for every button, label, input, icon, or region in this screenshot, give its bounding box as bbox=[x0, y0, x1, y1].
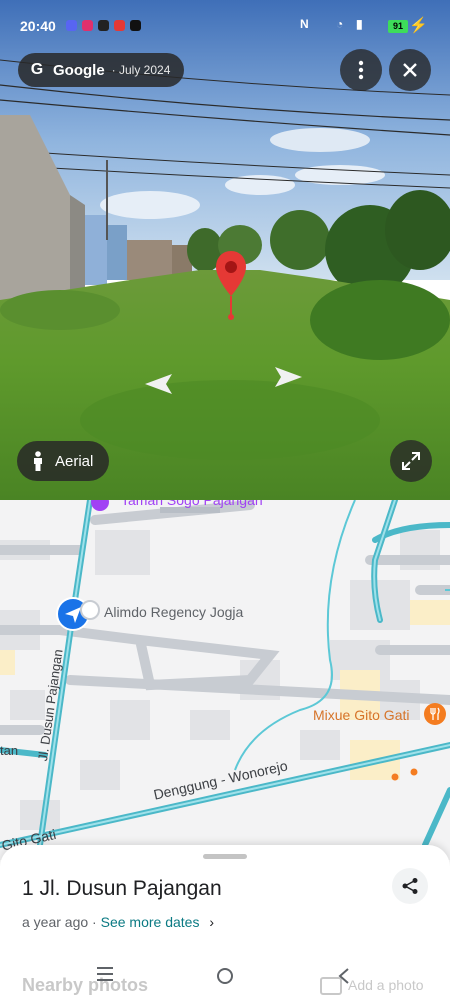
add-photo-label: Add a photo bbox=[348, 977, 424, 993]
imagery-date-pill[interactable]: G Google · July 2024 bbox=[18, 53, 185, 87]
threads-icon bbox=[98, 20, 109, 31]
map-label-top-poi: Taman Sogo Pajangan bbox=[121, 500, 263, 508]
close-button[interactable] bbox=[389, 49, 431, 91]
see-more-dates-link[interactable]: See more dates bbox=[101, 914, 200, 930]
imagery-age-line: a year ago · See more dates › bbox=[22, 914, 214, 930]
chevron-right-icon[interactable]: › bbox=[209, 914, 214, 930]
expand-icon bbox=[402, 452, 420, 470]
home-icon bbox=[217, 968, 233, 984]
drag-handle[interactable] bbox=[203, 854, 247, 859]
recents-icon bbox=[97, 967, 113, 981]
recents-button[interactable] bbox=[96, 966, 114, 987]
expand-button[interactable] bbox=[390, 440, 432, 482]
youtube-icon bbox=[114, 20, 125, 31]
location-pin-icon bbox=[215, 250, 247, 322]
charging-icon: ⚡ bbox=[409, 17, 428, 34]
pegman-icon bbox=[34, 451, 42, 471]
separator: · bbox=[88, 914, 101, 930]
back-button[interactable] bbox=[337, 967, 351, 990]
restaurant-pin-icon[interactable] bbox=[423, 702, 447, 726]
instagram-icon bbox=[82, 20, 93, 31]
aerial-label: Aerial bbox=[55, 452, 94, 470]
nfc-icon: N bbox=[300, 17, 309, 31]
place-title: 1 Jl. Dusun Pajangan bbox=[22, 877, 222, 900]
brand-label: Google bbox=[53, 61, 105, 79]
signal-icon: ▮ bbox=[356, 17, 363, 31]
map-label-mixue[interactable]: Mixue Gito Gati bbox=[313, 707, 409, 723]
map-label-regency[interactable]: Alimdo Regency Jogja bbox=[104, 604, 243, 620]
status-time: 20:40 bbox=[20, 18, 56, 34]
back-icon bbox=[338, 968, 349, 984]
share-icon bbox=[402, 878, 418, 894]
more-vert-icon bbox=[358, 60, 364, 80]
share-button[interactable] bbox=[392, 868, 428, 904]
add-photo-button[interactable]: Add a photo bbox=[320, 977, 424, 996]
tiktok-icon bbox=[130, 20, 141, 31]
imagery-age: a year ago bbox=[22, 914, 89, 930]
aerial-button[interactable]: Aerial bbox=[17, 441, 110, 481]
battery-indicator: 91 bbox=[388, 20, 408, 33]
map-label-left-partial: tan bbox=[0, 743, 19, 758]
poi-marker-icon[interactable] bbox=[80, 600, 100, 620]
status-bar: 20:40 N ◔ ▮ 91 ⚡ bbox=[0, 0, 450, 34]
more-options-button[interactable] bbox=[340, 49, 382, 91]
wifi-icon: ◔ bbox=[336, 17, 344, 31]
home-button[interactable] bbox=[216, 967, 234, 990]
map-view[interactable]: Taman Sogo Pajangan Alimdo Regency Jogja… bbox=[0, 500, 450, 860]
close-icon bbox=[403, 63, 417, 77]
google-logo-icon: G bbox=[30, 61, 44, 78]
discord-icon bbox=[66, 20, 77, 31]
nearby-photos-heading: Nearby photos bbox=[22, 975, 149, 995]
imagery-date: · July 2024 bbox=[111, 63, 171, 77]
